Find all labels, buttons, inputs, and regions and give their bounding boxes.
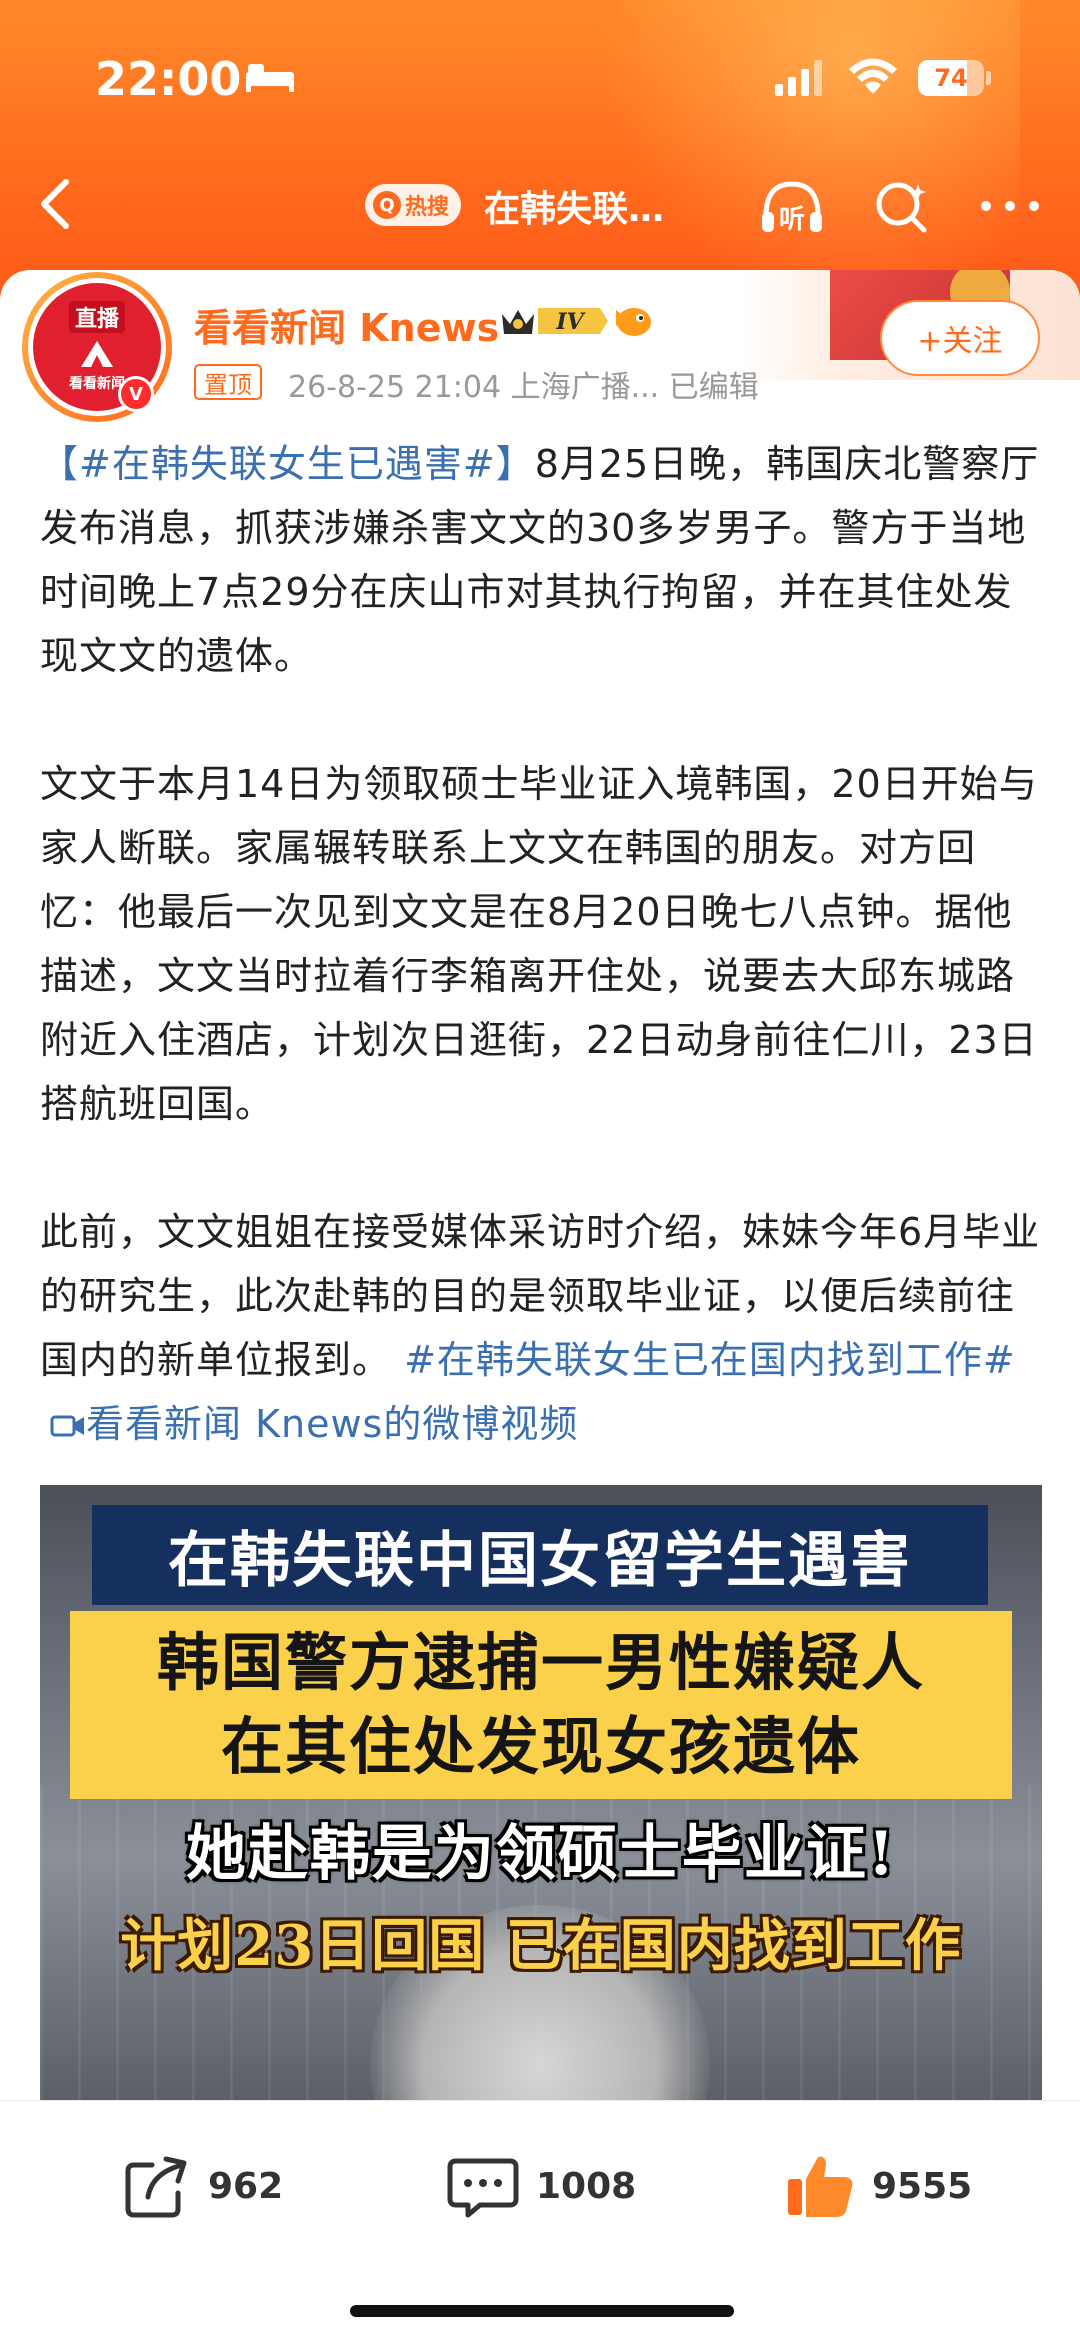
kankan-logo-icon (81, 341, 113, 367)
comment-count: 1008 (536, 2165, 637, 2207)
video-headline-2a: 韩国警方逮捕一男性嫌疑人 (156, 1626, 925, 1699)
thumbs-up-icon (788, 2156, 853, 2217)
vip-level-badge: IV (502, 308, 608, 335)
nav-title[interactable]: 在韩失联… (484, 180, 664, 232)
hashtag-link[interactable]: #在韩失联女生已在国内找到工作# (391, 1338, 1016, 1382)
hot-search-badge[interactable]: Q 热搜 (365, 184, 462, 226)
avatar-brand: 看看新闻 (69, 376, 125, 392)
verified-icon: V (118, 376, 154, 412)
battery-cap (986, 71, 991, 85)
comment-button[interactable]: 1008 (446, 2146, 636, 2226)
hot-search-label: 热搜 (405, 195, 450, 220)
wifi-icon (849, 58, 897, 94)
share-button[interactable]: 962 (122, 2146, 283, 2226)
video-headline-2: 韩国警方逮捕一男性嫌疑人 在其住处发现女孩遗体 (70, 1611, 1012, 1799)
video-link-icon (50, 1415, 84, 1437)
video-headline-3: 她赴韩是为领硕士毕业证! (185, 1819, 897, 1889)
header-background (0, 0, 1080, 300)
more-icon[interactable] (978, 196, 1042, 216)
back-button[interactable] (28, 174, 88, 234)
post-paragraph-3: 此前，文文姐姐在接受媒体采访时介绍，妹妹今年6月毕业的研究生，此次赴韩的目的是领… (40, 1200, 1050, 1456)
post-paragraph-1: 【#在韩失联女生已遇害#】8月25日晚，韩国庆北警察厅发布消息，抓获涉嫌杀害文文… (40, 432, 1050, 688)
like-button[interactable]: 9555 (784, 2146, 972, 2226)
video-headline-1: 在韩失联中国女留学生遇害 (92, 1505, 988, 1605)
battery-indicator: 74 (918, 60, 984, 96)
follow-button[interactable]: +关注 (880, 300, 1040, 376)
sleep-mode-icon (246, 64, 294, 92)
author-name[interactable]: 看看新闻 Knews (194, 297, 499, 352)
home-indicator[interactable] (350, 2305, 734, 2317)
post-body: 【#在韩失联女生已遇害#】8月25日晚，韩国庆北警察厅发布消息，抓获涉嫌杀害文文… (40, 432, 1050, 1456)
fan-badge-icon (616, 308, 651, 336)
search-icon[interactable] (872, 176, 932, 236)
share-count: 962 (208, 2165, 284, 2207)
video-link[interactable]: 看看新闻 Knews的微博视频 (86, 1402, 578, 1446)
hashtag-link[interactable]: 【#在韩失联女生已遇害#】 (40, 442, 535, 486)
comment-icon (447, 2158, 519, 2218)
svg-text:听: 听 (779, 205, 805, 235)
video-headline-2b: 在其住处发现女孩遗体 (220, 1710, 861, 1783)
live-badge: 直播 (68, 301, 125, 333)
hot-search-icon: Q (373, 191, 401, 219)
post-paragraph-2: 文文于本月14日为领取硕士毕业证入境韩国，20日开始与家人断联。家属辗转联系上文… (40, 762, 1038, 1126)
status-time: 22:00 (95, 52, 242, 106)
battery-percent: 74 (934, 64, 968, 92)
signal-icon (775, 60, 822, 96)
video-player[interactable]: 在韩失联中国女留学生遇害 韩国警方逮捕一男性嫌疑人 在其住处发现女孩遗体 她赴韩… (40, 1485, 1042, 2105)
pinned-tag: 置顶 (194, 364, 262, 400)
listen-icon[interactable]: 听 (756, 176, 828, 236)
share-icon (125, 2156, 187, 2218)
vip-level: IV (555, 309, 585, 335)
video-headline-4: 计划23日回国 已在国内找到工作 (120, 1913, 962, 1979)
like-count: 9555 (872, 2165, 973, 2207)
post-meta: 26-8-25 21:04 上海广播... 已编辑 (288, 370, 759, 405)
